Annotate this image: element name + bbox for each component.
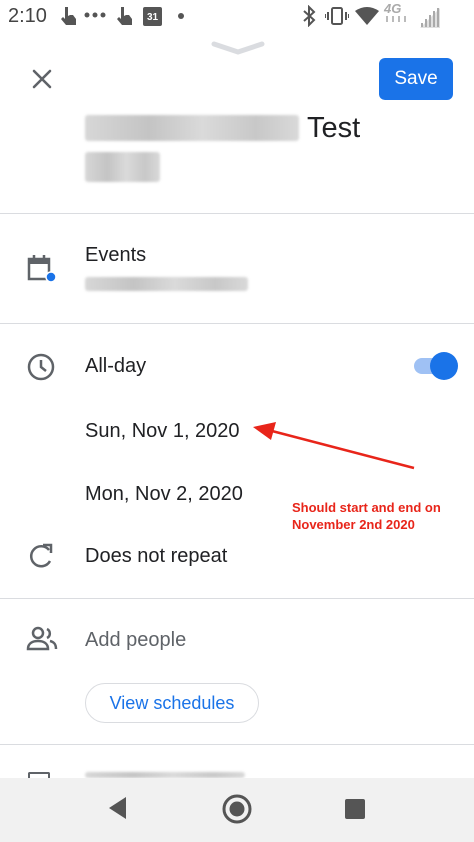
all-day-toggle[interactable] [412, 352, 458, 380]
back-icon[interactable] [106, 795, 130, 821]
repeat-label[interactable]: Does not repeat [85, 545, 227, 568]
bluetooth-icon [303, 5, 316, 27]
divider [0, 598, 474, 599]
redacted-subtitle [85, 152, 160, 182]
dots-icon [84, 12, 106, 18]
annotation-arrow [253, 422, 415, 470]
status-time: 2:10 [8, 5, 47, 27]
toggle-thumb [430, 352, 458, 380]
close-icon[interactable] [27, 64, 57, 94]
calendar-icon [27, 255, 56, 283]
recents-icon[interactable] [344, 798, 366, 820]
lte-icon: 4G [384, 1, 414, 27]
view-schedules-button[interactable]: View schedules [85, 683, 259, 723]
event-title[interactable]: Test [85, 108, 360, 148]
vibrate-icon [325, 7, 349, 25]
divider [0, 323, 474, 324]
status-bar: 2:10 31 4G [0, 0, 474, 34]
redacted-title-text [85, 115, 299, 141]
divider [0, 744, 474, 745]
save-button[interactable]: Save [379, 58, 453, 100]
touch-icon [117, 7, 132, 25]
start-date[interactable]: Sun, Nov 1, 2020 [85, 420, 240, 443]
calendar-name[interactable]: Events [85, 244, 146, 267]
signal-icon [420, 8, 440, 28]
clock-icon [27, 353, 55, 381]
redacted-calendar-email [85, 277, 248, 291]
calendar-icon: 31 [143, 7, 162, 26]
add-people-field[interactable]: Add people [85, 629, 186, 652]
home-icon[interactable] [221, 793, 253, 825]
network-label: 4G [384, 1, 402, 16]
all-day-label: All-day [85, 355, 147, 377]
calendar-day: 31 [146, 12, 159, 23]
end-date[interactable]: Mon, Nov 2, 2020 [85, 483, 243, 506]
wifi-icon [355, 7, 379, 25]
sheet-handle-icon[interactable] [210, 40, 266, 56]
title-text: Test [307, 111, 361, 144]
repeat-icon [29, 543, 53, 568]
people-icon [26, 626, 58, 651]
navigation-bar [0, 778, 474, 842]
annotation-text: Should start and end on November 2nd 202… [292, 500, 441, 532]
touch-icon [61, 7, 76, 25]
dot-icon [178, 13, 184, 19]
divider [0, 213, 474, 214]
